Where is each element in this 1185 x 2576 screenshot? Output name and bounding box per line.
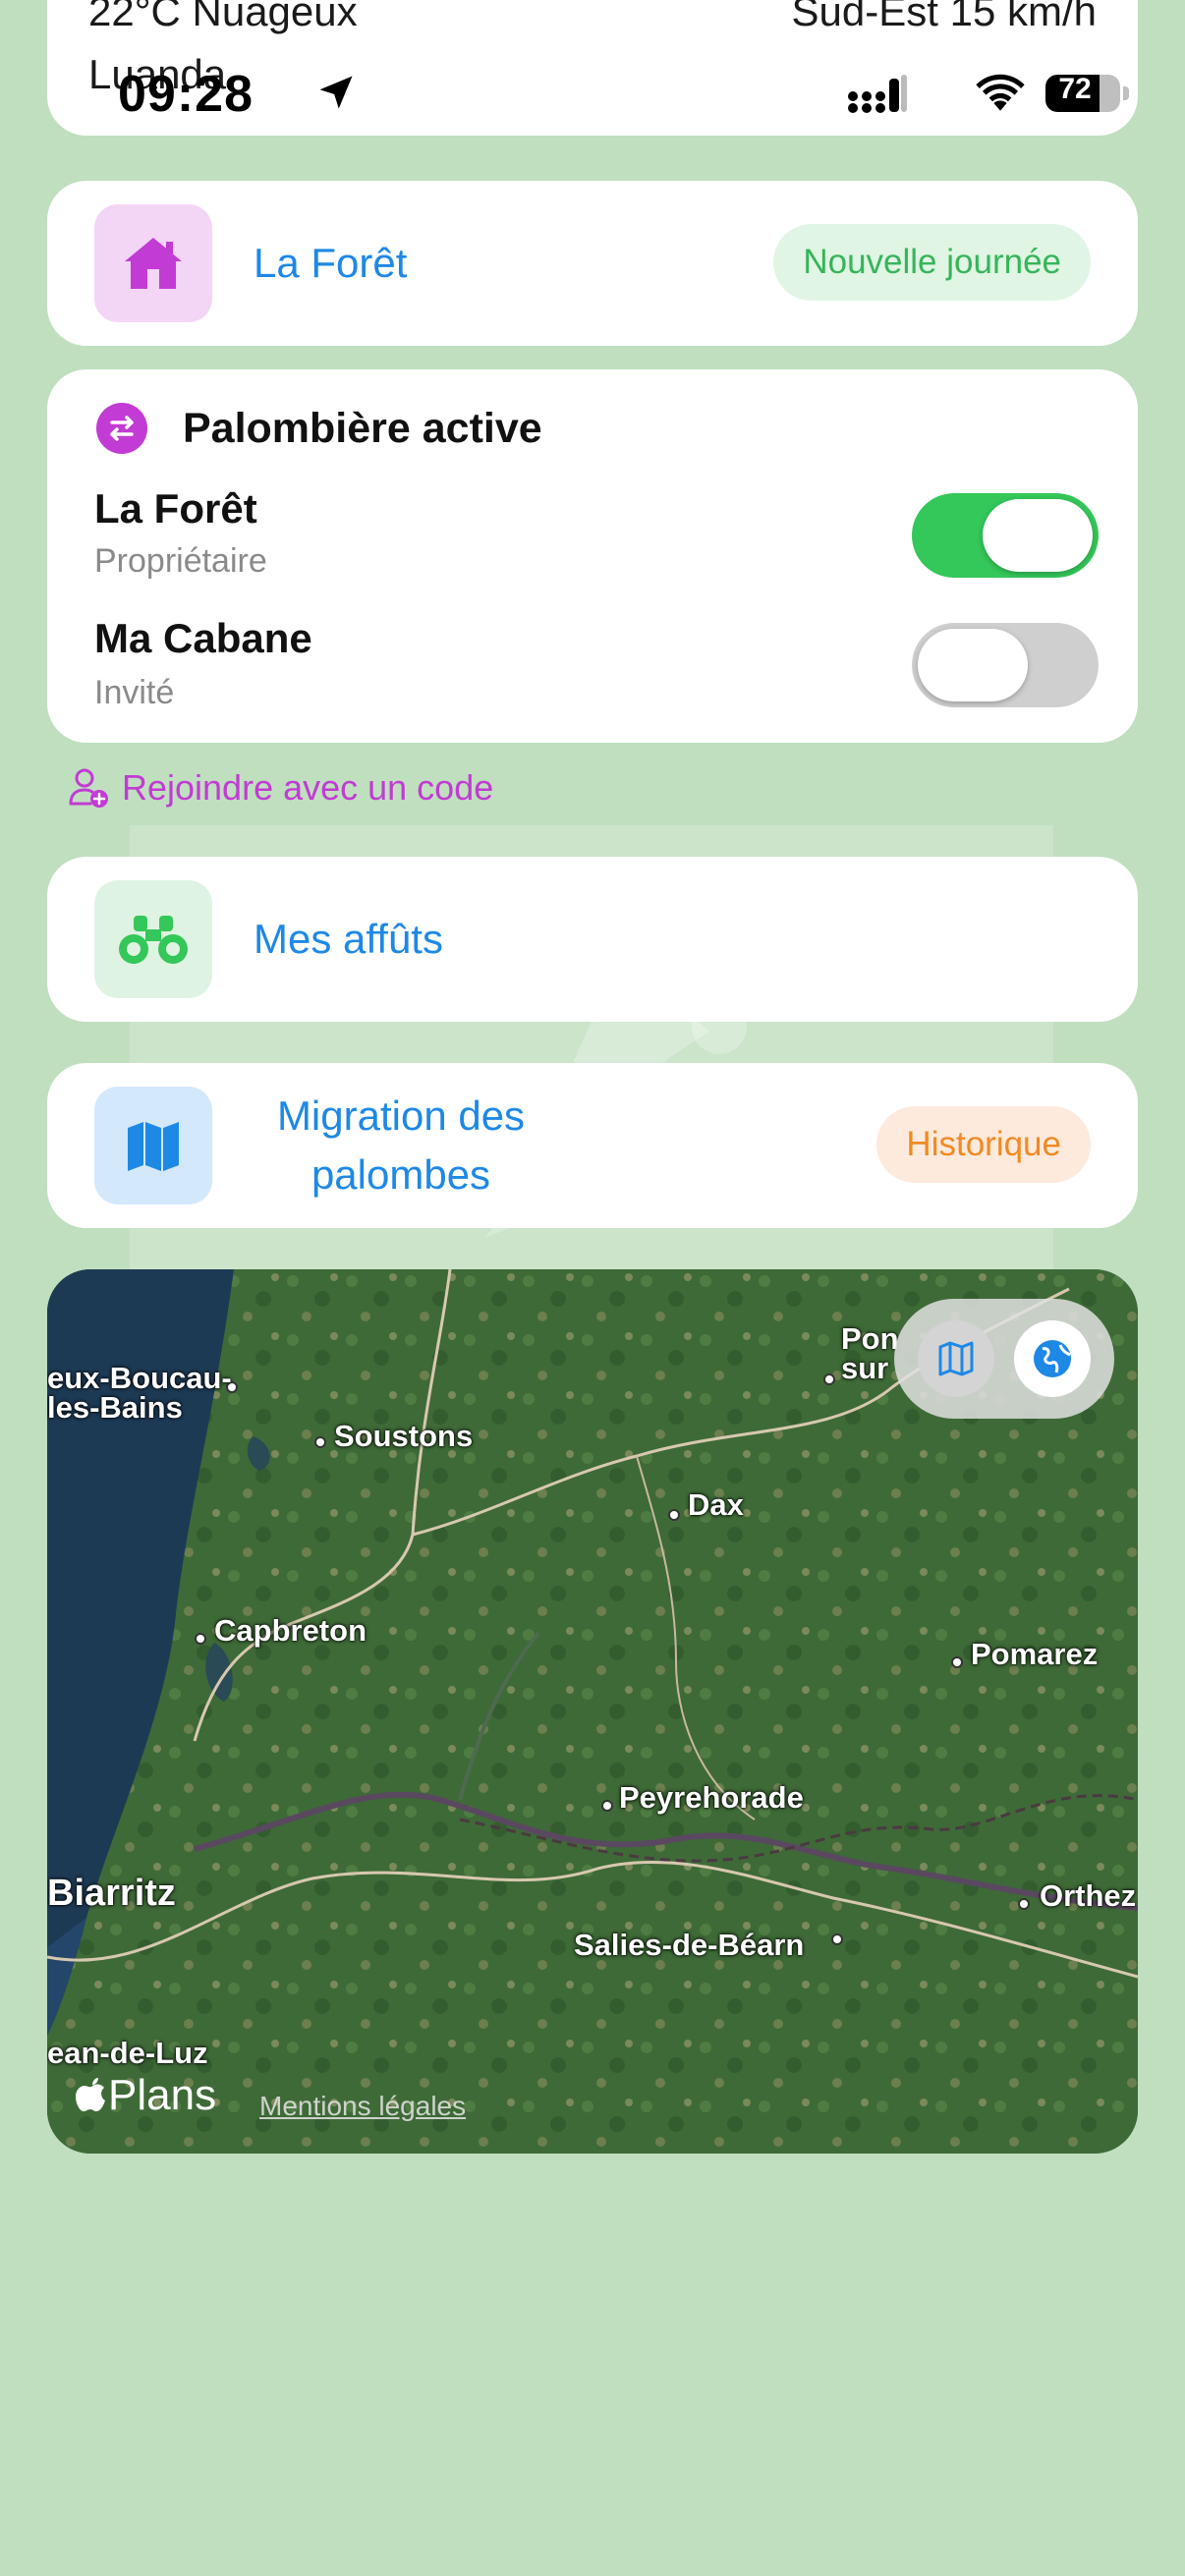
legal-notices-link[interactable]: Mentions légales (259, 2091, 466, 2122)
map-label-soustons: Soustons (334, 1419, 474, 1453)
apple-maps-label: Plans (108, 2071, 217, 2119)
active-section-title: Palombière active (183, 405, 542, 452)
binoculars-tile (94, 880, 212, 998)
wind-summary: Sud-Est 15 km/h (791, 0, 1097, 34)
palombiere-role-2: Invité (94, 674, 175, 711)
map-mode-icon (938, 1341, 974, 1376)
globe-button[interactable] (1014, 1320, 1091, 1397)
map-label-biarritz: Biarritz (47, 1873, 176, 1914)
palombiere-name-1: La Forêt (94, 485, 257, 532)
palombiere-role-1: Propriétaire (94, 542, 267, 580)
new-day-button[interactable]: Nouvelle journée (773, 224, 1091, 301)
migration-card[interactable]: Migration des palombes Historique (47, 1063, 1138, 1228)
map-label-pontonx: Pon sur (841, 1321, 899, 1385)
my-blinds-title: Mes affûts (254, 916, 443, 962)
battery-indicator: 72 (1045, 71, 1130, 114)
status-time: 09:28 (118, 66, 254, 123)
map-icon (128, 1122, 179, 1171)
my-blinds-card[interactable]: Mes affûts (47, 857, 1138, 1022)
satellite-map[interactable]: eux-Boucau- les-Bains Soustons Dax Capbr… (47, 1269, 1138, 2154)
weather-summary: 22°C Nuageux (88, 0, 358, 34)
map-label-dax: Dax (688, 1487, 744, 1522)
migration-title: Migration des palombes (276, 1092, 526, 1198)
wifi-icon (976, 74, 1025, 111)
map-controls (894, 1299, 1114, 1419)
home-card[interactable]: La Forêt Nouvelle journée (47, 181, 1138, 346)
palombiere-name-2: Ma Cabane (94, 615, 312, 661)
map-label-orthez: Orthez (1040, 1878, 1137, 1913)
apple-logo-icon (76, 2078, 105, 2111)
history-button[interactable]: Historique (876, 1106, 1091, 1183)
active-palombiere-card: Palombière active La Forêt Propriétaire … (47, 369, 1138, 743)
apple-maps-brand: Plans (75, 2071, 216, 2120)
battery-percentage: 72 (1058, 73, 1092, 105)
map-label-peyrehorade: Peyrehorade (619, 1780, 804, 1815)
map-mode-button[interactable] (918, 1320, 994, 1397)
house-icon (125, 238, 182, 289)
join-with-code-link[interactable]: Rejoindre avec un code (67, 766, 493, 810)
weather-status-card: 22°C Nuageux Sud-Est 15 km/h Luanda 09:2… (47, 0, 1138, 136)
map-label-saint-jean-de-luz: ean-de-Luz (47, 2036, 208, 2070)
map-label-pomarez: Pomarez (971, 1637, 1099, 1671)
map-label-vieux-boucau: eux-Boucau- les-Bains (47, 1361, 232, 1425)
location-arrow-icon (319, 76, 353, 109)
cellular-signal-icon (848, 75, 907, 113)
person-add-icon (69, 768, 108, 808)
join-with-code-label: Rejoindre avec un code (122, 767, 494, 808)
globe-icon (1034, 1340, 1071, 1377)
binoculars-icon (119, 916, 188, 964)
map-label-capbreton: Capbreton (214, 1613, 367, 1648)
swap-arrows-icon (96, 403, 147, 454)
palombiere-toggle-1[interactable] (912, 493, 1099, 578)
palombiere-toggle-2[interactable] (912, 623, 1099, 707)
migration-tile (94, 1087, 212, 1204)
home-title: La Forêt (254, 240, 408, 286)
map-label-salies-de-bearn: Salies-de-Béarn (574, 1928, 805, 1962)
home-tile (94, 204, 212, 322)
